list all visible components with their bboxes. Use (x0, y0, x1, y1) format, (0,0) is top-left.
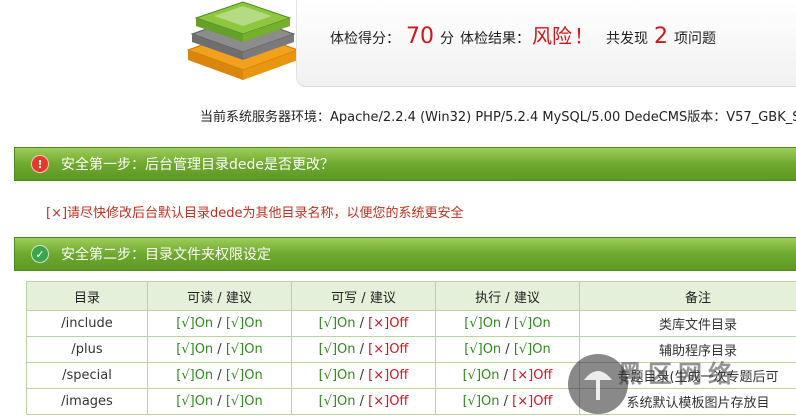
step1-warning: [×]请尽快修改后台默认目录dede为其他目录名称，以便您的系统更安全 (46, 206, 464, 221)
dir-cell: /include (26, 310, 148, 337)
exec-cell: [√]On / [×]Off (435, 362, 580, 389)
read-cell: [√]On / [√]On (147, 388, 292, 415)
score-label: 体检得分： (330, 31, 400, 47)
note-cell: 类库文件目录 (579, 310, 796, 337)
col-write-header: 可写 / 建议 (291, 281, 436, 311)
read-current: [√]On (176, 316, 214, 331)
write-suggested: [×]Off (368, 342, 409, 357)
write-cell: [√]On / [×]Off (291, 388, 436, 415)
found-count: 2 (654, 24, 668, 49)
score-unit: 分 (440, 31, 454, 47)
read-current: [√]On (176, 394, 214, 409)
read-suggested: [√]On (225, 368, 263, 383)
write-suggested: [×]Off (368, 368, 409, 383)
exec-current: [√]On (462, 368, 500, 383)
result-label: 体检结果： (460, 31, 530, 47)
write-current: [√]On (318, 342, 356, 357)
read-cell: [√]On / [√]On (147, 336, 292, 363)
exec-current: [√]On (464, 316, 502, 331)
write-current: [√]On (318, 316, 356, 331)
exec-suggested: [√]On (513, 342, 551, 357)
step2-title: 安全第二步：目录文件夹权限设定 (61, 247, 271, 263)
write-suggested: [×]Off (368, 316, 409, 331)
exec-current: [√]On (464, 342, 502, 357)
warning-icon: ! (31, 155, 49, 173)
exec-suggested: [×]Off (512, 394, 553, 409)
check-icon: ✓ (31, 245, 49, 263)
dir-cell: /images (26, 388, 148, 415)
write-cell: [√]On / [×]Off (291, 362, 436, 389)
watermark-text: 黑区网络 (618, 360, 738, 388)
dir-cell: /special (26, 362, 148, 389)
read-suggested: [√]On (225, 394, 263, 409)
exec-suggested: [√]On (513, 316, 551, 331)
exec-cell: [√]On / [×]Off (435, 388, 580, 415)
write-cell: [√]On / [×]Off (291, 336, 436, 363)
write-current: [√]On (318, 368, 356, 383)
exec-suggested: [×]Off (512, 368, 553, 383)
read-current: [√]On (176, 342, 214, 357)
logo-icon (186, 1, 300, 80)
step1-bar: ! 安全第一步：后台管理目录dede是否更改？ (14, 147, 796, 181)
step1-title: 安全第一步：后台管理目录dede是否更改？ (61, 157, 334, 173)
found-unit: 项问题 (674, 31, 716, 47)
read-cell: [√]On / [√]On (147, 310, 292, 337)
exec-cell: [√]On / [√]On (435, 310, 580, 337)
table-header-row: 目录 可读 / 建议 可写 / 建议 执行 / 建议 备注 (26, 281, 796, 311)
permissions-table: 目录 可读 / 建议 可写 / 建议 执行 / 建议 备注 /include [√… (26, 281, 796, 415)
col-dir-header: 目录 (26, 281, 148, 311)
exec-cell: [√]On / [√]On (435, 336, 580, 363)
step2-bar: ✓ 安全第二步：目录文件夹权限设定 (14, 237, 796, 271)
score-summary: 体检得分： 70 分 体检结果： 风险 ！ 共发现 2 项问题 (330, 20, 716, 50)
dir-cell: /plus (26, 336, 148, 363)
col-note-header: 备注 (579, 281, 796, 311)
table-row: /include [√]On / [√]On [√]On / [×]Off [√]On… (26, 310, 796, 337)
result-value: 风险 (532, 24, 572, 48)
write-current: [√]On (318, 394, 356, 409)
write-suggested: [×]Off (368, 394, 409, 409)
col-read-header: 可读 / 建议 (147, 281, 292, 311)
note-cell: 系统默认模板图片存放目 (579, 388, 796, 415)
server-environment: 当前系统服务器环境：Apache/2.2.4 (Win32) PHP/5.2.4… (200, 110, 796, 125)
score-value: 70 (406, 24, 434, 49)
table-row: /images [√]On / [√]On [√]On / [×]Off [√]On … (26, 388, 796, 415)
exec-current: [√]On (462, 394, 500, 409)
read-cell: [√]On / [√]On (147, 362, 292, 389)
col-exec-header: 执行 / 建议 (435, 281, 580, 311)
read-current: [√]On (176, 368, 214, 383)
read-suggested: [√]On (225, 316, 263, 331)
write-cell: [√]On / [×]Off (291, 310, 436, 337)
result-mark: ！ (574, 24, 594, 48)
found-label: 共发现 (606, 31, 648, 47)
read-suggested: [√]On (225, 342, 263, 357)
